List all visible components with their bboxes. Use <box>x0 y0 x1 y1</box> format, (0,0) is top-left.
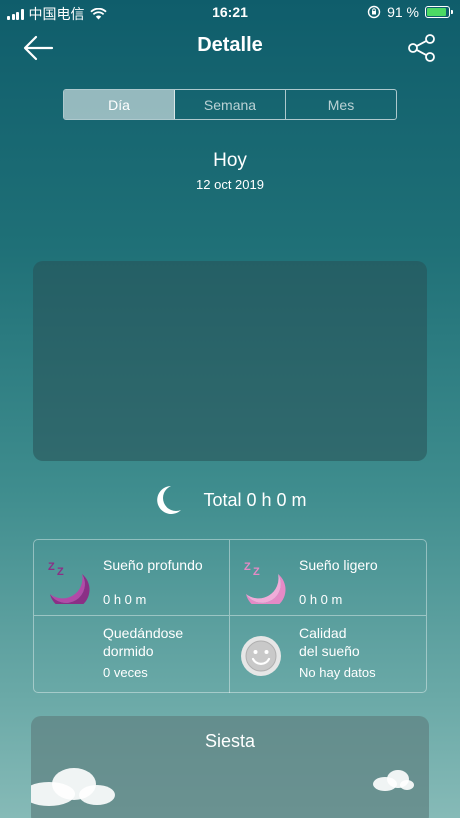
smiley-face-icon <box>241 636 281 676</box>
cloud-icon <box>373 770 414 791</box>
tab-month[interactable]: Mes <box>286 90 396 119</box>
sleep-chart-card <box>33 261 427 461</box>
svg-text:Z: Z <box>244 561 251 573</box>
stat-label: Sueño profundo <box>103 557 203 573</box>
rotation-lock-icon <box>367 5 381 19</box>
stat-label: Quedándose dormido <box>103 625 184 659</box>
period-tabs: Día Semana Mes <box>63 89 397 120</box>
tab-week[interactable]: Semana <box>175 90 286 119</box>
total-row: Total 0 h 0 m <box>0 482 460 518</box>
svg-text:Z: Z <box>48 561 55 573</box>
deep-sleep-moon-icon: Z Z <box>48 561 90 604</box>
share-icon[interactable] <box>406 32 438 64</box>
light-sleep-moon-icon: Z Z <box>244 561 286 604</box>
battery-level <box>427 8 447 16</box>
battery-icon <box>425 6 453 18</box>
svg-text:Z: Z <box>253 566 260 578</box>
stat-label: Calidad del sueño <box>299 625 360 659</box>
status-bar: 中国电信 16:21 91 % <box>0 0 460 24</box>
cloud-icon <box>31 768 115 806</box>
stat-label: Sueño ligero <box>299 557 378 573</box>
stat-light-sleep: Z Z Sueño ligero 0 h 0 m <box>230 540 426 616</box>
battery-percent: 91 % <box>387 4 419 20</box>
nav-bar: Detalle <box>0 28 460 68</box>
sleep-stats-grid: Z Z Sueño profundo 0 h 0 m Z Z Sueño lig… <box>33 539 427 693</box>
day-date: 12 oct 2019 <box>196 177 264 192</box>
stat-value: 0 veces <box>103 665 148 680</box>
tab-day[interactable]: Día <box>64 90 175 119</box>
day-title: Hoy <box>213 150 247 171</box>
total-sleep: Total 0 h 0 m <box>203 489 307 510</box>
nap-card: Siesta <box>31 716 429 818</box>
stat-value: 0 h 0 m <box>103 592 147 607</box>
status-right: 91 % <box>367 4 453 20</box>
nap-title: Siesta <box>204 731 256 751</box>
moon-icon <box>157 486 182 514</box>
svg-text:Z: Z <box>57 566 64 578</box>
stat-deep-sleep: Z Z Sueño profundo 0 h 0 m <box>34 540 230 616</box>
stat-sleep-quality: Calidad del sueño No hay datos <box>230 616 426 693</box>
stat-falling-asleep: Quedándose dormido 0 veces <box>34 616 230 693</box>
page-title: Detalle <box>197 34 263 56</box>
stat-value: 0 h 0 m <box>299 592 343 607</box>
falling-asleep-moon-icon <box>48 642 85 676</box>
stat-value: No hay datos <box>299 665 376 680</box>
